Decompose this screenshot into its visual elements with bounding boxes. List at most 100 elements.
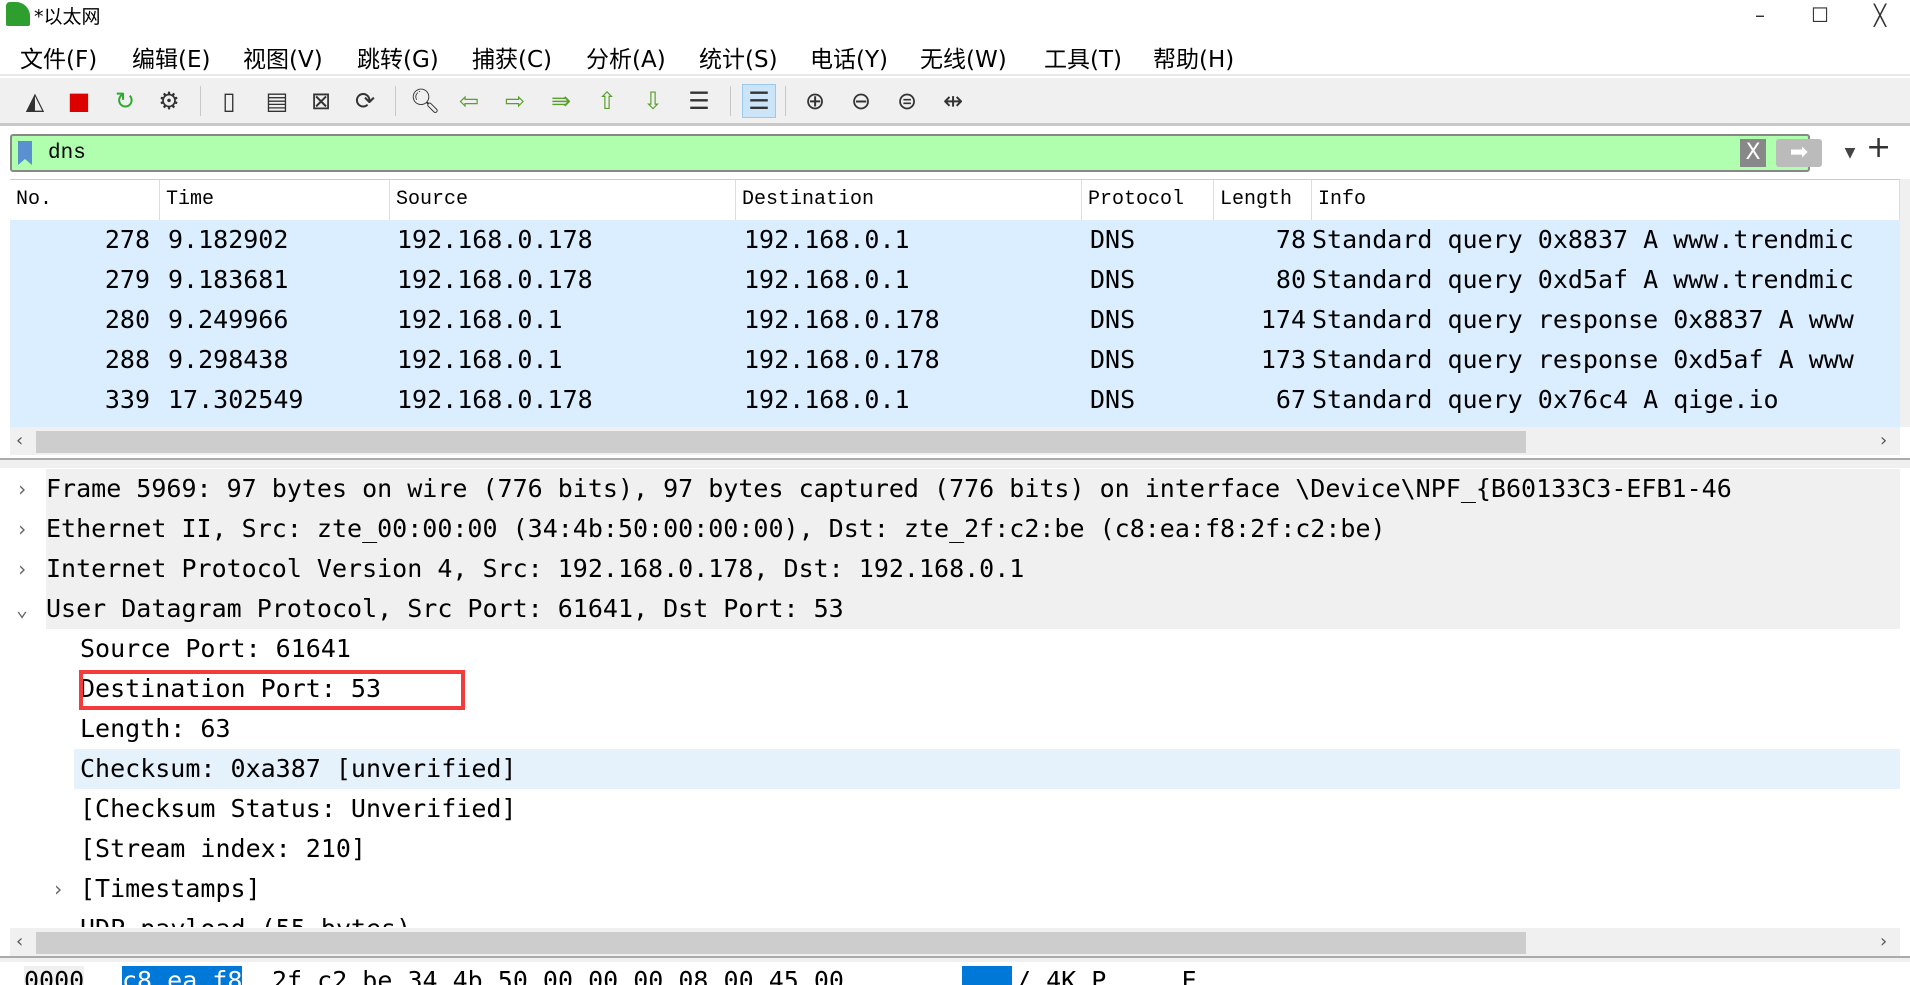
column-header-time[interactable]: Time [160, 180, 390, 220]
find-packet-icon[interactable]: 🔍︎ [408, 84, 442, 118]
restart-capture-icon[interactable]: ↻ [108, 84, 142, 118]
menu-item-2[interactable]: 视图(V) [243, 40, 323, 74]
packet-cell-no: 339 [104, 385, 150, 414]
column-header-source[interactable]: Source [390, 180, 736, 220]
column-header-destination[interactable]: Destination [736, 180, 1082, 220]
menu-item-10[interactable]: 帮助(H) [1153, 40, 1234, 74]
resize-columns-icon[interactable]: ⇹ [936, 84, 970, 118]
collapse-arrow-icon[interactable]: ⌄ [16, 589, 28, 629]
pane-splitter[interactable] [0, 458, 1910, 468]
clear-filter-button[interactable]: X [1740, 139, 1766, 167]
detail-row[interactable]: › [Timestamps] [10, 869, 1900, 909]
menu-item-5[interactable]: 分析(A) [586, 40, 666, 74]
packet-cell-time: 17.302549 [168, 385, 304, 414]
zoom-out-icon[interactable]: ⊖ [844, 84, 878, 118]
packet-row[interactable]: 278 9.182902 192.168.0.178 192.168.0.1 DNS 78… [10, 220, 1900, 260]
scroll-right-icon[interactable]: › [1880, 928, 1887, 956]
ascii-selected[interactable]: ... [962, 966, 1012, 985]
close-file-icon[interactable]: ⊠ [304, 84, 338, 118]
start-capture-icon[interactable]: ◭ [18, 84, 52, 118]
column-header-no[interactable]: No. [10, 180, 160, 220]
detail-row[interactable]: Length: 63 [10, 709, 1900, 749]
column-header-info[interactable]: Info [1312, 180, 1900, 220]
packet-row[interactable] [10, 420, 1900, 427]
ascii-bytes[interactable]: /.4K P.....E [1016, 966, 1197, 985]
expand-arrow-icon[interactable]: › [16, 469, 28, 509]
detail-row[interactable]: UDP payload (55 bytes) [10, 909, 1900, 927]
detail-row[interactable]: Checksum: 0xa387 [unverified] [10, 749, 1900, 789]
zoom-in-icon[interactable]: ⊕ [798, 84, 832, 118]
detail-text: UDP payload (55 bytes) [80, 909, 411, 927]
column-header-length[interactable]: Length [1214, 180, 1312, 220]
scroll-left-icon[interactable]: ‹ [16, 427, 23, 455]
expand-arrow-icon[interactable]: › [52, 869, 64, 909]
display-filter-input[interactable] [48, 139, 1708, 167]
column-header-protocol[interactable]: Protocol [1082, 180, 1214, 220]
packet-row[interactable]: 280 9.249966 192.168.0.1 192.168.0.178 DNS 17… [10, 300, 1900, 340]
scrollbar-thumb[interactable] [36, 932, 1526, 954]
menu-item-4[interactable]: 捕获(C) [472, 40, 552, 74]
detail-row[interactable]: › Frame 5969: 97 bytes on wire (776 bits)… [10, 469, 1900, 509]
title-bar: *以太网 – ☐ ╳ [0, 0, 1910, 34]
detail-row[interactable]: [Stream index: 210] [10, 829, 1900, 869]
go-to-packet-icon[interactable]: ⇛ [544, 84, 578, 118]
scroll-right-icon[interactable]: › [1880, 427, 1887, 455]
last-packet-icon[interactable]: ⇩ [636, 84, 670, 118]
first-packet-icon[interactable]: ⇧ [590, 84, 624, 118]
autoscroll-icon[interactable]: ☰ [682, 84, 716, 118]
packet-cell-info: Standard query 0xd5af A www.trendmic [1312, 265, 1854, 294]
packet-list: No. Time Source Destination Protocol Length In… [10, 179, 1900, 427]
save-file-icon[interactable]: ▤ [260, 84, 294, 118]
menu-item-3[interactable]: 跳转(G) [357, 40, 439, 74]
menu-item-8[interactable]: 无线(W) [920, 40, 1007, 74]
packet-cell-protocol: DNS [1090, 305, 1136, 334]
expand-arrow-icon[interactable]: › [16, 549, 28, 589]
expand-arrow-icon[interactable]: › [16, 509, 28, 549]
packet-row[interactable]: 339 17.302549 192.168.0.178 192.168.0.1 DNS 6… [10, 380, 1900, 420]
maximize-button[interactable]: ☐ [1790, 0, 1850, 34]
stop-capture-icon[interactable]: ■ [62, 84, 96, 118]
minimize-button[interactable]: – [1730, 0, 1790, 34]
packet-cell-length: 173 [1260, 345, 1306, 374]
detail-text: Source Port: 61641 [80, 634, 351, 663]
hex-bytes[interactable]: 2f c2 be 34 4b 50 00 00 00 08 00 45 00 [272, 966, 844, 985]
detail-row[interactable]: › Ethernet II, Src: zte_00:00:00 (34:4b:5… [10, 509, 1900, 549]
packet-row[interactable]: 288 9.298438 192.168.0.1 192.168.0.178 DNS 17… [10, 340, 1900, 380]
packet-cell-no: 279 [104, 265, 150, 294]
colorize-icon[interactable]: ☰ [742, 84, 776, 118]
capture-options-icon[interactable]: ⚙ [152, 84, 186, 118]
add-filter-button[interactable]: + [1866, 130, 1891, 165]
go-forward-icon[interactable]: ⇨ [498, 84, 532, 118]
zoom-reset-icon[interactable]: ⊜ [890, 84, 924, 118]
open-file-icon[interactable]: ▯ [212, 84, 246, 118]
packet-cell-time: 9.183681 [168, 265, 289, 294]
packet-cell-time: 9.298438 [168, 345, 289, 374]
packet-list-horizontal-scrollbar[interactable]: ‹ › [10, 427, 1900, 455]
packet-cell-source: 192.168.0.178 [397, 265, 593, 294]
reload-file-icon[interactable]: ⟳ [348, 84, 382, 118]
menu-item-7[interactable]: 电话(Y) [810, 40, 888, 74]
menu-item-0[interactable]: 文件(F) [20, 40, 97, 74]
detail-row[interactable]: › Internet Protocol Version 4, Src: 192.1… [10, 549, 1900, 589]
details-horizontal-scrollbar[interactable]: ‹ › [10, 928, 1900, 956]
toolbar-separator [785, 86, 786, 116]
bookmark-icon[interactable] [18, 141, 32, 165]
go-back-icon[interactable]: ⇦ [452, 84, 486, 118]
close-button[interactable]: ╳ [1850, 0, 1910, 34]
apply-filter-button[interactable]: ➡ [1776, 139, 1822, 167]
menu-item-6[interactable]: 统计(S) [699, 40, 778, 74]
detail-row[interactable]: Source Port: 61641 [10, 629, 1900, 669]
packet-row[interactable]: 279 9.183681 192.168.0.178 192.168.0.1 DNS 80… [10, 260, 1900, 300]
hex-selected[interactable]: c8 ea f8 [122, 966, 243, 985]
scrollbar-thumb[interactable] [36, 431, 1526, 453]
packet-list-vertical-scrollbar[interactable] [1900, 179, 1910, 427]
menu-item-1[interactable]: 编辑(E) [132, 40, 210, 74]
menu-item-9[interactable]: 工具(T) [1044, 40, 1122, 74]
detail-row[interactable]: ⌄ User Datagram Protocol, Src Port: 61641… [10, 589, 1900, 629]
detail-text: Internet Protocol Version 4, Src: 192.16… [46, 549, 1900, 589]
packet-cell-protocol: DNS [1090, 385, 1136, 414]
detail-row[interactable]: [Checksum Status: Unverified] [10, 789, 1900, 829]
packet-cell-info: Standard query 0x8837 A www.trendmic [1312, 225, 1854, 254]
scroll-left-icon[interactable]: ‹ [16, 928, 23, 956]
filter-history-dropdown[interactable]: ▼ [1838, 139, 1862, 167]
